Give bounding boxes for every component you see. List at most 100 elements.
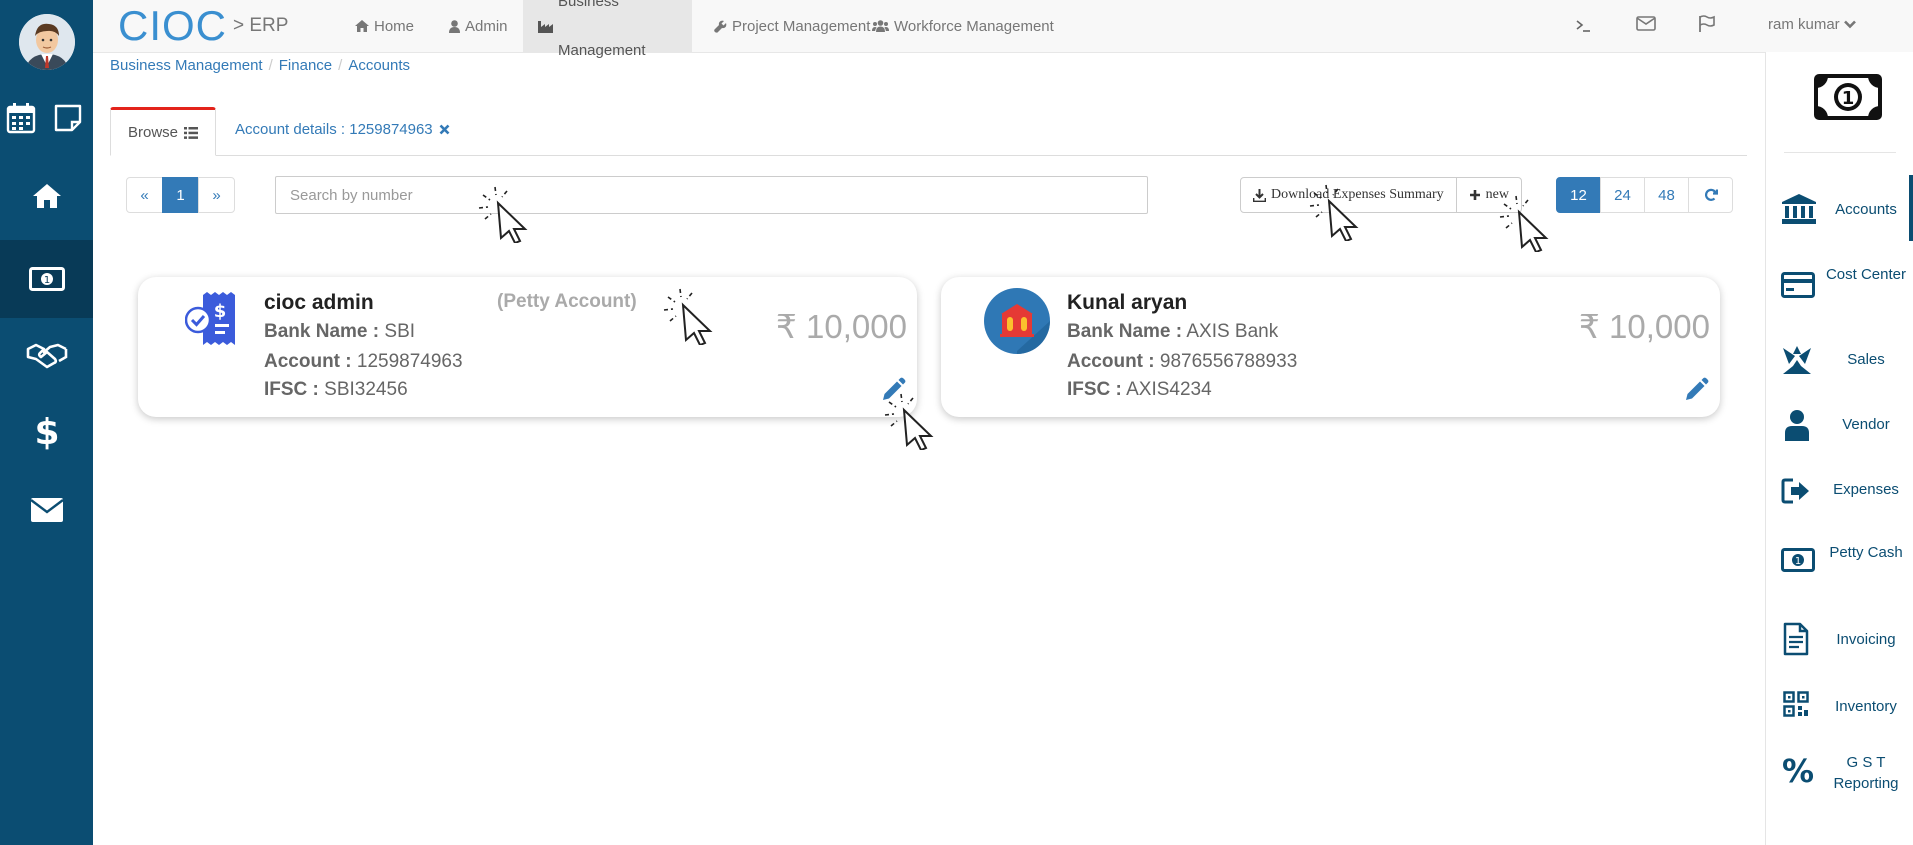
- user-name: ram kumar: [1768, 16, 1840, 33]
- sidebar-item-label: Invoicing: [1836, 631, 1896, 648]
- sidebar-item-label: G S T Reporting: [1833, 754, 1899, 792]
- money-icon: 1: [1781, 548, 1815, 572]
- sidebar-item-inventory[interactable]: Inventory: [1766, 689, 1913, 749]
- left-sidebar: 1 $: [0, 0, 93, 845]
- pagination-page[interactable]: 1: [162, 177, 199, 213]
- plus-icon: [1469, 190, 1480, 200]
- home-icon[interactable]: [27, 178, 67, 214]
- svg-text:1: 1: [1842, 88, 1855, 109]
- sidebar-item-sales[interactable]: Sales: [1766, 342, 1913, 402]
- percent-icon: %: [1782, 752, 1815, 790]
- home-icon: [355, 20, 369, 32]
- click-cursor-icon: [1499, 195, 1549, 252]
- svg-text:$: $: [214, 301, 227, 322]
- sidebar-item-label: Sales: [1847, 351, 1885, 368]
- dollar-icon[interactable]: $: [27, 412, 67, 453]
- user-icon: [449, 19, 460, 33]
- breadcrumb-separator: /: [338, 57, 343, 74]
- sidebar-item-label: Accounts: [1835, 201, 1897, 218]
- nav-workforce-management-label: Workforce Management: [894, 17, 1054, 35]
- close-icon[interactable]: [439, 124, 450, 135]
- flag-icon[interactable]: [1698, 15, 1716, 38]
- account-balance: ₹ 10,000: [1578, 308, 1710, 345]
- click-cursor-icon: [884, 393, 934, 450]
- search-input[interactable]: [275, 176, 1148, 214]
- handshake-icon[interactable]: [24, 337, 70, 373]
- sidebar-item-expenses[interactable]: Expenses: [1766, 472, 1913, 532]
- sidebar-item-label: Expenses: [1833, 481, 1899, 498]
- wrench-icon: [714, 20, 727, 33]
- bank-building-icon: [984, 288, 1050, 359]
- breadcrumb: Business Management / Finance / Accounts: [110, 57, 410, 74]
- sidebar-item-gst-reporting[interactable]: % G S T Reporting: [1766, 752, 1913, 812]
- account-balance: ₹ 10,000: [775, 308, 907, 345]
- sales-icon: [1783, 346, 1811, 374]
- sidebar-item-label: Petty Cash: [1829, 544, 1903, 561]
- top-navbar: CIOC > ERP Home Admin Business Managemen…: [93, 0, 1913, 59]
- breadcrumb-business-management[interactable]: Business Management: [110, 57, 263, 74]
- terminal-icon[interactable]: [1575, 18, 1593, 39]
- tab-browse[interactable]: Browse: [110, 107, 216, 156]
- nav-home-label: Home: [374, 17, 415, 35]
- page-size-12[interactable]: 12: [1556, 177, 1601, 213]
- ifsc-label: IFSC :: [1067, 379, 1122, 400]
- bank-name-value: SBI: [384, 321, 416, 342]
- page-size-48[interactable]: 48: [1644, 177, 1689, 213]
- click-cursor-icon: [663, 288, 713, 345]
- account-holder-name: Kunal aryan: [1067, 291, 1188, 314]
- sidebar-item-vendor[interactable]: Vendor: [1766, 407, 1913, 467]
- sidebar-item-invoicing[interactable]: Invoicing: [1766, 622, 1913, 682]
- pagination: « 1 »: [126, 177, 235, 213]
- action-buttons: Download Expenses Summary new: [1240, 177, 1522, 213]
- qr-icon: [1783, 691, 1809, 717]
- page-size-24[interactable]: 24: [1600, 177, 1645, 213]
- account-card[interactable]: Kunal aryan Bank Name : AXIS Bank Accoun…: [941, 277, 1720, 417]
- card-icon: [1781, 272, 1815, 298]
- sidebar-active-indicator: [1909, 175, 1913, 241]
- tab-account-details-label: Account details : 1259874963: [235, 121, 433, 138]
- breadcrumb-finance[interactable]: Finance: [279, 57, 332, 74]
- list-icon: [184, 126, 199, 139]
- brand-subtitle: > ERP: [233, 15, 289, 36]
- nav-home[interactable]: Home: [340, 0, 429, 52]
- chevron-down-icon: [1843, 20, 1856, 29]
- pencil-icon[interactable]: [1683, 377, 1709, 408]
- avatar[interactable]: [19, 14, 75, 70]
- calendar-icon[interactable]: [5, 100, 37, 136]
- brand-logo[interactable]: CIOC: [118, 2, 227, 50]
- account-number-value: 1259874963: [356, 351, 463, 372]
- sidebar-item-label: Inventory: [1835, 698, 1897, 715]
- envelope-icon[interactable]: [1636, 16, 1656, 36]
- invoice-icon: [1783, 622, 1809, 656]
- pagination-prev[interactable]: «: [126, 177, 163, 213]
- users-icon: [872, 20, 889, 32]
- bank-name-value: AXIS Bank: [1186, 321, 1279, 342]
- user-menu[interactable]: ram kumar: [1768, 0, 1856, 49]
- bank-icon: [1782, 194, 1816, 224]
- nav-business-management[interactable]: Business Management: [523, 0, 692, 59]
- breadcrumb-accounts[interactable]: Accounts: [348, 57, 410, 74]
- refresh-button[interactable]: [1688, 177, 1733, 213]
- account-type-tag: (Petty Account): [497, 291, 637, 312]
- nav-workforce-management[interactable]: Workforce Management: [857, 0, 1069, 52]
- sidebar-item-label: Cost Center: [1825, 266, 1907, 283]
- envelope-icon[interactable]: [27, 492, 67, 528]
- download-icon: [1253, 188, 1266, 202]
- account-card[interactable]: $ cioc admin (Petty Account) Bank Name :…: [138, 277, 917, 417]
- click-cursor-icon: [1309, 184, 1359, 241]
- sticky-note-icon[interactable]: [52, 102, 84, 134]
- bank-name-label: Bank Name :: [264, 321, 380, 342]
- page-size-selector: 12 24 48: [1556, 177, 1733, 213]
- money-icon[interactable]: 1: [27, 262, 67, 296]
- sidebar-item-accounts[interactable]: Accounts: [1766, 192, 1913, 252]
- svg-text:1: 1: [1795, 556, 1801, 567]
- sidebar-item-petty-cash[interactable]: 1 Petty Cash: [1766, 542, 1913, 602]
- nav-admin[interactable]: Admin: [434, 0, 523, 52]
- tab-account-details[interactable]: Account details : 1259874963: [235, 121, 450, 138]
- pagination-next[interactable]: »: [198, 177, 235, 213]
- nav-admin-label: Admin: [465, 17, 508, 35]
- svg-text:1: 1: [44, 275, 50, 286]
- sign-out-icon: [1781, 478, 1809, 504]
- refresh-icon: [1704, 188, 1718, 201]
- sidebar-item-cost-center[interactable]: Cost Center: [1766, 264, 1913, 324]
